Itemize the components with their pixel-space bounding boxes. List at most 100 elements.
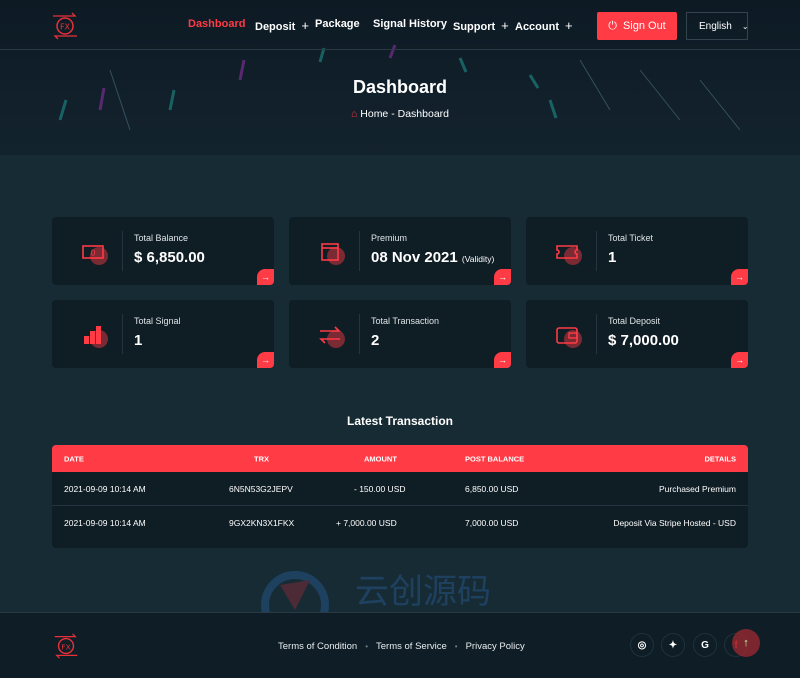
- table-row: 2021-09-09 10:14 AM 9GX2KN3X1FKX + 7,000…: [52, 506, 748, 540]
- divider: [596, 314, 597, 354]
- nav-deposit-label: Deposit: [255, 21, 296, 33]
- link-terms-of-condition[interactable]: Terms of Condition: [278, 641, 357, 652]
- bar-chart-icon: [84, 326, 101, 344]
- transactions-table: DATE TRX AMOUNT POST BALANCE DETAILS 202…: [52, 445, 748, 548]
- divider: [596, 231, 597, 271]
- col-trx: TRX: [254, 454, 269, 463]
- watermark-cn: 云创源码: [355, 572, 491, 612]
- plus-icon: +: [501, 18, 509, 33]
- breadcrumb-home[interactable]: Home: [360, 108, 388, 120]
- cell-trx: 9GX2KN3X1FKX: [229, 518, 295, 528]
- table-row: 2021-09-09 10:14 AM 6N5N53G2JEPV - 150.0…: [52, 472, 748, 506]
- stat-label: Total Deposit: [608, 316, 661, 326]
- exchange-icon: [319, 326, 341, 344]
- breadcrumb-current: Dashboard: [397, 108, 449, 120]
- calendar-icon: [321, 243, 339, 261]
- col-date: DATE: [64, 454, 84, 463]
- cell-date: 2021-09-09 10:14 AM: [64, 518, 146, 528]
- stat-card-premium: Premium 08 Nov 2021 (Validity) →: [289, 217, 511, 285]
- divider: [122, 231, 123, 271]
- stat-value-text: $ 6,850.00: [134, 249, 205, 266]
- stat-label: Total Transaction: [371, 316, 440, 326]
- stat-card-total-transaction: Total Transaction 2 →: [289, 300, 511, 368]
- stat-value: 08 Nov 2021 (Validity): [371, 249, 494, 266]
- cell-post-balance: 7,000.00 USD: [465, 518, 519, 528]
- stat-value: 1: [608, 249, 616, 266]
- col-amount: AMOUNT: [364, 454, 397, 463]
- arrow-right-icon[interactable]: →: [257, 269, 274, 285]
- nav-support[interactable]: Support +: [453, 18, 509, 33]
- cell-details: Purchased Premium: [658, 483, 736, 494]
- col-details: DETAILS: [704, 454, 736, 463]
- table-header: DATE TRX AMOUNT POST BALANCE DETAILS: [52, 445, 748, 472]
- cell-amount: + 7,000.00 USD: [336, 518, 397, 528]
- stat-value: $ 7,000.00: [608, 332, 679, 349]
- stat-value: 1: [134, 332, 142, 349]
- nav-package[interactable]: Package: [315, 18, 360, 30]
- stat-value: 2: [371, 332, 379, 349]
- home-icon: ⌂: [351, 108, 358, 120]
- stat-label: Total Signal: [134, 316, 181, 326]
- stat-card-total-deposit: Total Deposit $ 7,000.00 →: [526, 300, 748, 368]
- section-title: Latest Transaction: [346, 414, 454, 428]
- stat-label: Total Ticket: [608, 233, 654, 243]
- sign-out-button[interactable]: ⏻ Sign Out: [597, 12, 677, 40]
- sign-out-icon: ⏻: [608, 19, 617, 32]
- language-value: English: [699, 20, 732, 32]
- cell-date: 2021-09-09 10:14 AM: [64, 483, 146, 494]
- col-post-balance: POST BALANCE: [465, 454, 525, 463]
- main-menu: Dashboard Deposit + Package Signal Histor…: [0, 18, 800, 34]
- stat-suffix: (Validity): [461, 254, 495, 264]
- navbar: FX Dashboard Deposit + Package Signal His…: [0, 0, 800, 50]
- breadcrumb-separator: -: [391, 108, 395, 120]
- plus-icon: +: [301, 18, 309, 33]
- breadcrumb: ⌂ Home - Dashboard: [0, 108, 800, 120]
- svg-text:FX: FX: [61, 642, 70, 651]
- arrow-right-icon[interactable]: →: [257, 352, 274, 368]
- bullet: •: [365, 642, 369, 651]
- stat-card-total-balance: 0 Total Balance $ 6,850.00 →: [52, 217, 274, 285]
- stat-label: Total Balance: [134, 233, 189, 243]
- stat-value-text: 1: [608, 249, 617, 266]
- footer-links: Terms of Condition • Terms of Service • Pr…: [278, 641, 525, 652]
- stat-value-text: 1: [134, 332, 143, 349]
- divider: [359, 231, 360, 271]
- stat-card-total-ticket: Total Ticket 1 →: [526, 217, 748, 285]
- divider: [122, 314, 123, 354]
- ticket-icon: [556, 245, 578, 259]
- arrow-right-icon[interactable]: →: [731, 352, 748, 368]
- link-terms-of-service[interactable]: Terms of Service: [376, 641, 447, 652]
- nav-signal-history[interactable]: Signal History: [373, 18, 447, 30]
- stat-value-text: 08 Nov 2021: [371, 249, 458, 266]
- instagram-icon[interactable]: ◎: [630, 633, 654, 657]
- stat-value-text: 2: [371, 332, 380, 349]
- footer-logo-icon[interactable]: FX: [52, 631, 80, 661]
- nav-deposit[interactable]: Deposit +: [255, 18, 309, 33]
- footer: FX Terms of Condition • Terms of Service •…: [0, 612, 800, 678]
- link-privacy-policy[interactable]: Privacy Policy: [466, 641, 525, 652]
- bullet: •: [454, 642, 458, 651]
- svg-text:0: 0: [91, 249, 96, 258]
- sign-out-label: Sign Out: [622, 20, 666, 32]
- chevron-down-icon: ⌄: [741, 21, 749, 31]
- page-title: Dashboard: [352, 77, 448, 97]
- nav-support-label: Support: [453, 21, 496, 33]
- twitter-icon[interactable]: ✦: [661, 633, 685, 657]
- money-icon: 0: [82, 245, 104, 259]
- language-select[interactable]: English ⌄: [686, 12, 749, 40]
- nav-dashboard[interactable]: Dashboard: [188, 18, 245, 30]
- nav-account-label: Account: [515, 21, 559, 33]
- nav-account[interactable]: Account +: [515, 18, 573, 33]
- stat-value: $ 6,850.00: [134, 249, 205, 266]
- arrow-right-icon[interactable]: →: [494, 352, 511, 368]
- stat-card-total-signal: Total Signal 1 →: [52, 300, 274, 368]
- plus-icon: +: [565, 18, 573, 33]
- cell-details: Deposit Via Stripe Hosted - USD: [613, 518, 736, 528]
- google-icon[interactable]: G: [693, 633, 717, 657]
- scroll-to-top-button[interactable]: ↑: [732, 629, 760, 657]
- arrow-right-icon[interactable]: →: [494, 269, 511, 285]
- cell-amount: - 150.00 USD: [354, 483, 406, 494]
- page-header: FX Dashboard Deposit + Package Signal His…: [0, 0, 800, 155]
- arrow-right-icon[interactable]: →: [731, 269, 748, 285]
- cell-trx: 6N5N53G2JEPV: [229, 483, 293, 494]
